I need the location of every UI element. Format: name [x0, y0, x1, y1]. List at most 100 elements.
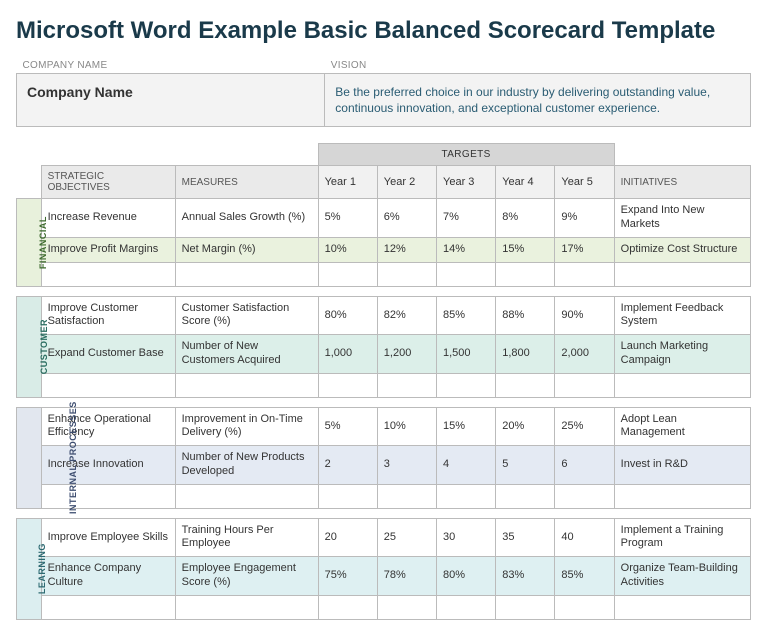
- col-year1: Year 1: [318, 166, 377, 199]
- target-cell: 1,200: [377, 335, 436, 374]
- vision-label: VISION: [325, 58, 751, 74]
- col-measures: MEASURES: [175, 166, 318, 199]
- target-cell: 82%: [377, 296, 436, 335]
- initiative-cell: Expand Into New Markets: [614, 199, 750, 238]
- col-initiatives: INITIATIVES: [614, 166, 750, 199]
- target-cell: 7%: [437, 199, 496, 238]
- objective-cell: Expand Customer Base: [41, 335, 175, 374]
- target-cell: 15%: [496, 237, 555, 262]
- initiative-cell: Implement a Training Program: [614, 518, 750, 557]
- objective-cell: Improve Profit Margins: [41, 237, 175, 262]
- target-cell: 4: [437, 446, 496, 485]
- target-cell: 35: [496, 518, 555, 557]
- target-cell: 14%: [437, 237, 496, 262]
- target-cell: 78%: [377, 557, 436, 596]
- vision-cell: Be the preferred choice in our industry …: [325, 74, 751, 127]
- initiative-cell: Implement Feedback System: [614, 296, 750, 335]
- col-year4: Year 4: [496, 166, 555, 199]
- table-row: Enhance Company Culture Employee Engagem…: [17, 557, 751, 596]
- measure-cell: Improvement in On-Time Delivery (%): [175, 407, 318, 446]
- header-table: COMPANY NAME VISION Company Name Be the …: [16, 58, 751, 127]
- col-year3: Year 3: [437, 166, 496, 199]
- objective-cell: Enhance Operational Efficiency: [41, 407, 175, 446]
- target-cell: 10%: [377, 407, 436, 446]
- measure-cell: Annual Sales Growth (%): [175, 199, 318, 238]
- scorecard-table: TARGETS STRATEGIC OBJECTIVES MEASURES Ye…: [16, 143, 751, 619]
- measure-cell: Number of New Products Developed: [175, 446, 318, 485]
- section-customer: CUSTOMER Improve Customer Satisfaction C…: [17, 296, 751, 397]
- target-cell: 80%: [318, 296, 377, 335]
- target-cell: 20%: [496, 407, 555, 446]
- target-cell: 6%: [377, 199, 436, 238]
- col-objectives: STRATEGIC OBJECTIVES: [41, 166, 175, 199]
- table-row: CUSTOMER Improve Customer Satisfaction C…: [17, 296, 751, 335]
- measure-cell: Employee Engagement Score (%): [175, 557, 318, 596]
- col-year5: Year 5: [555, 166, 614, 199]
- targets-header: TARGETS: [318, 144, 614, 166]
- initiative-cell: Invest in R&D: [614, 446, 750, 485]
- target-cell: 1,000: [318, 335, 377, 374]
- table-row: Increase Innovation Number of New Produc…: [17, 446, 751, 485]
- measure-cell: Training Hours Per Employee: [175, 518, 318, 557]
- target-cell: 85%: [555, 557, 614, 596]
- target-cell: 90%: [555, 296, 614, 335]
- initiative-cell: Organize Team-Building Activities: [614, 557, 750, 596]
- measure-cell: Customer Satisfaction Score (%): [175, 296, 318, 335]
- table-row-empty: [17, 373, 751, 397]
- target-cell: 12%: [377, 237, 436, 262]
- target-cell: 3: [377, 446, 436, 485]
- target-cell: 20: [318, 518, 377, 557]
- target-cell: 25: [377, 518, 436, 557]
- target-cell: 17%: [555, 237, 614, 262]
- target-cell: 75%: [318, 557, 377, 596]
- objective-cell: Improve Employee Skills: [41, 518, 175, 557]
- target-cell: 2,000: [555, 335, 614, 374]
- initiative-cell: Launch Marketing Campaign: [614, 335, 750, 374]
- table-row: Improve Profit Margins Net Margin (%) 10…: [17, 237, 751, 262]
- target-cell: 9%: [555, 199, 614, 238]
- measure-cell: Net Margin (%): [175, 237, 318, 262]
- target-cell: 5%: [318, 199, 377, 238]
- measure-cell: Number of New Customers Acquired: [175, 335, 318, 374]
- initiative-cell: Optimize Cost Structure: [614, 237, 750, 262]
- table-row: Expand Customer Base Number of New Custo…: [17, 335, 751, 374]
- table-row-empty: [17, 484, 751, 508]
- target-cell: 30: [437, 518, 496, 557]
- section-financial: FINANCIAL Increase Revenue Annual Sales …: [17, 199, 751, 286]
- objective-cell: Improve Customer Satisfaction: [41, 296, 175, 335]
- table-row: INTERNAL PROCESSES Enhance Operational E…: [17, 407, 751, 446]
- objective-cell: Enhance Company Culture: [41, 557, 175, 596]
- target-cell: 10%: [318, 237, 377, 262]
- target-cell: 5%: [318, 407, 377, 446]
- target-cell: 2: [318, 446, 377, 485]
- table-row: LEARNING Improve Employee Skills Trainin…: [17, 518, 751, 557]
- objective-cell: Increase Innovation: [41, 446, 175, 485]
- table-row-empty: [17, 595, 751, 619]
- initiative-cell: Adopt Lean Management: [614, 407, 750, 446]
- target-cell: 5: [496, 446, 555, 485]
- target-cell: 1,800: [496, 335, 555, 374]
- target-cell: 80%: [437, 557, 496, 596]
- target-cell: 40: [555, 518, 614, 557]
- target-cell: 83%: [496, 557, 555, 596]
- col-year2: Year 2: [377, 166, 436, 199]
- table-row: FINANCIAL Increase Revenue Annual Sales …: [17, 199, 751, 238]
- page-title: Microsoft Word Example Basic Balanced Sc…: [16, 16, 751, 46]
- company-name-cell: Company Name: [17, 74, 325, 127]
- target-cell: 25%: [555, 407, 614, 446]
- category-internal: INTERNAL PROCESSES: [17, 407, 42, 508]
- section-internal: INTERNAL PROCESSES Enhance Operational E…: [17, 407, 751, 508]
- target-cell: 1,500: [437, 335, 496, 374]
- category-learning: LEARNING: [17, 518, 42, 619]
- category-customer: CUSTOMER: [17, 296, 42, 397]
- target-cell: 15%: [437, 407, 496, 446]
- target-cell: 8%: [496, 199, 555, 238]
- target-cell: 88%: [496, 296, 555, 335]
- table-row-empty: [17, 262, 751, 286]
- company-label: COMPANY NAME: [17, 58, 325, 74]
- target-cell: 85%: [437, 296, 496, 335]
- objective-cell: Increase Revenue: [41, 199, 175, 238]
- category-financial: FINANCIAL: [17, 199, 42, 286]
- target-cell: 6: [555, 446, 614, 485]
- section-learning: LEARNING Improve Employee Skills Trainin…: [17, 518, 751, 619]
